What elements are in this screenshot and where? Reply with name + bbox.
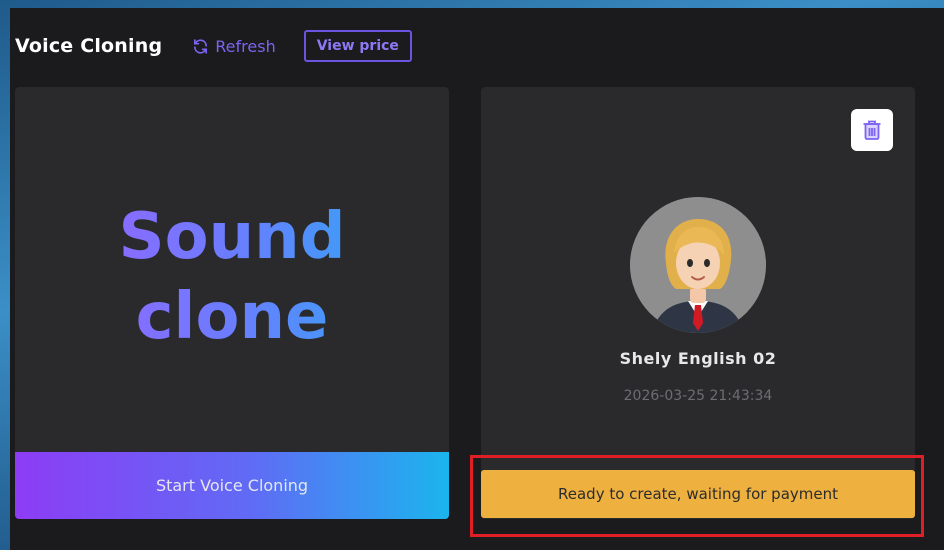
hero-line-1: Sound <box>118 200 346 274</box>
header: Voice Cloning Refresh View price <box>15 26 412 66</box>
sound-clone-card: Sound clone Start Voice Cloning <box>15 87 449 519</box>
created-timestamp: 2026-03-25 21:43:34 <box>623 388 773 404</box>
hero-line-2: clone <box>135 280 329 354</box>
view-price-button[interactable]: View price <box>303 30 412 62</box>
trash-icon <box>863 120 881 140</box>
refresh-button[interactable]: Refresh <box>192 36 276 56</box>
avatar-illustration <box>630 197 766 333</box>
refresh-label: Refresh <box>215 36 276 56</box>
refresh-icon <box>194 38 208 54</box>
page-title: Voice Cloning <box>15 35 163 57</box>
highlight-box <box>470 455 924 537</box>
voice-name: Shely English 02 <box>619 349 777 368</box>
sound-clone-hero: Sound clone <box>15 197 449 357</box>
start-voice-cloning-button[interactable]: Start Voice Cloning <box>15 452 449 519</box>
avatar <box>630 197 766 333</box>
delete-button[interactable] <box>851 109 893 151</box>
